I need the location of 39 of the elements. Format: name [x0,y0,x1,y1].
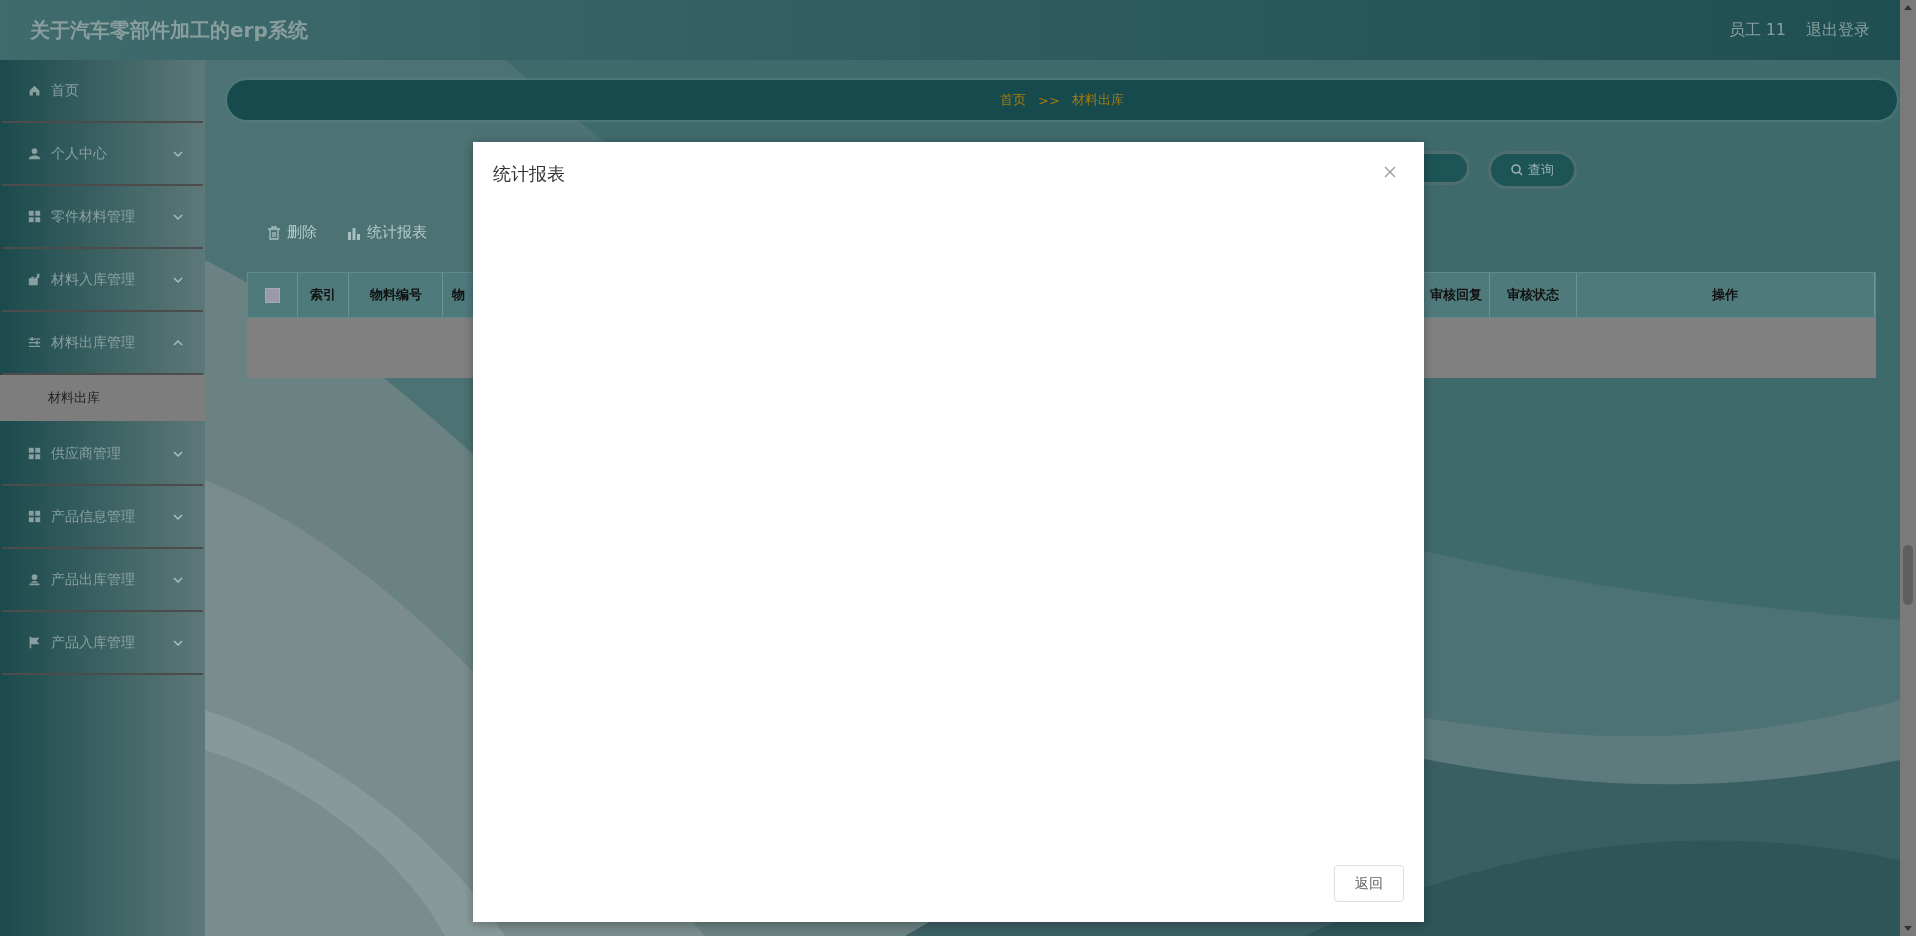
breadcrumb-separator: >> [1038,92,1060,108]
sidebar-item[interactable]: 首页 [2,60,203,123]
sidebar-item[interactable]: 个人中心 [2,123,203,186]
sidebar-item[interactable]: 零件材料管理 [2,186,203,249]
dialog-title: 统计报表 [493,162,565,186]
sidebar-subitem[interactable]: 材料出库 [0,375,205,421]
checkbox[interactable] [264,287,280,303]
close-icon[interactable] [1384,166,1396,178]
home-icon [28,84,41,97]
column-header: 操作 [1576,273,1875,317]
sidebar-item[interactable]: 产品出库管理 [2,549,203,612]
app-title: 关于汽车零部件加工的erp系统 [30,16,308,44]
grid-icon [28,447,41,460]
user-name: 员工 11 [1728,19,1786,41]
sidebar-item[interactable]: 供应商管理 [2,423,203,486]
breadcrumb-link[interactable]: 材料出库 [1071,91,1124,109]
user-icon [28,147,41,160]
breadcrumb-link[interactable]: 首页 [1000,91,1027,109]
sidebar-item[interactable]: 产品信息管理 [2,486,203,549]
report-button[interactable]: 统计报表 [347,223,427,242]
logout-link[interactable]: 退出登录 [1806,19,1870,41]
grid-icon [28,210,41,223]
column-header: 索引 [297,273,350,317]
sliders-icon [28,336,41,349]
column-header: 物料编号 [349,273,443,317]
bar-chart-icon [347,225,361,240]
person-icon [28,573,41,586]
scrollbar[interactable] [1900,0,1916,936]
sidebar-item[interactable]: 材料入库管理 [2,249,203,312]
building-icon [28,273,41,286]
column-header: 审核状态 [1490,273,1577,317]
search-button[interactable]: 查询 [1488,151,1577,189]
back-button[interactable]: 返回 [1334,865,1404,902]
search-icon [1511,164,1523,176]
delete-button[interactable]: 删除 [267,223,317,242]
trash-icon [267,225,281,240]
sidebar-item[interactable]: 产品入库管理 [2,612,203,675]
grid-icon [28,510,41,523]
flag-icon [28,636,41,649]
